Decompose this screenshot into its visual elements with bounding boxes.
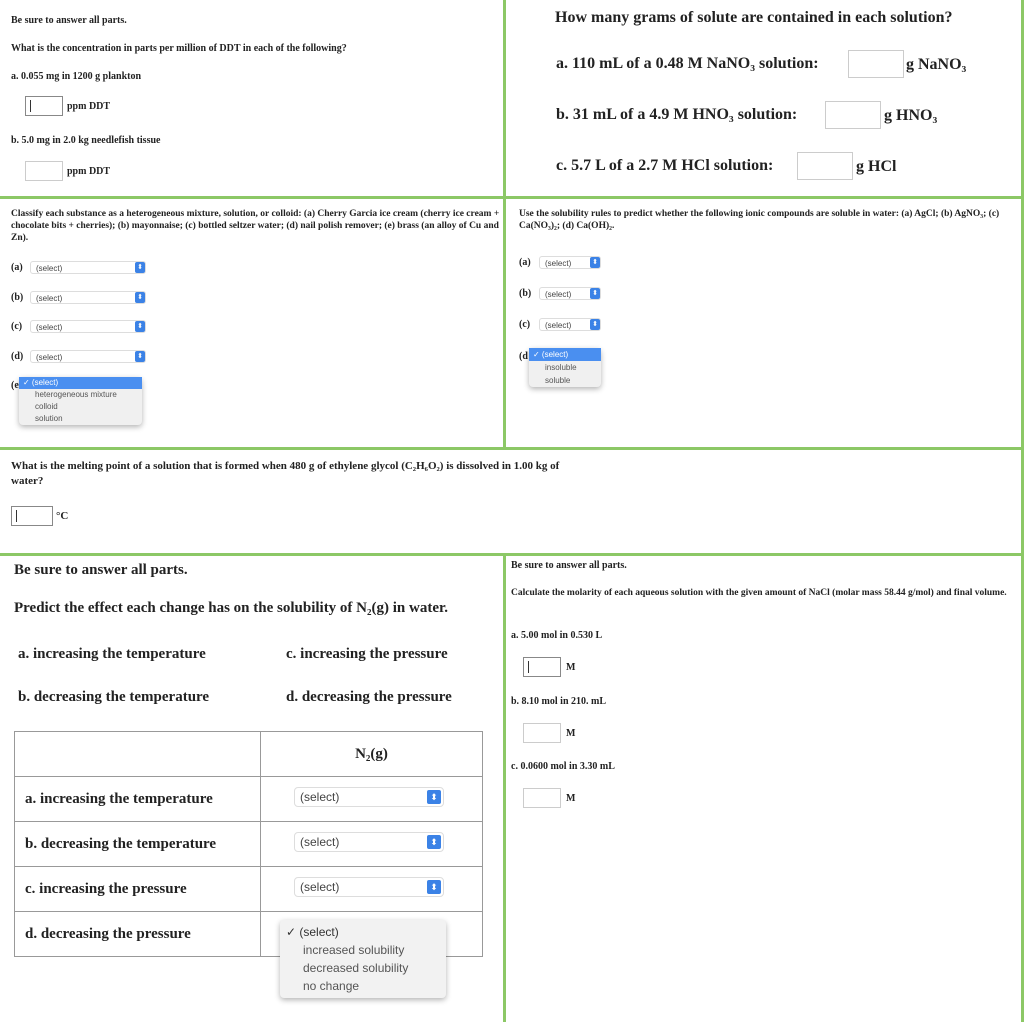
divider [0, 553, 1024, 556]
question: How many grams of solute are contained i… [555, 9, 953, 26]
question: What is the concentration in parts per m… [11, 43, 347, 54]
part-a-label: a. 110 mL of a 0.48 M NaNO₃ solution: [556, 55, 819, 72]
option[interactable]: soluble [529, 374, 601, 387]
question: Calculate the molarity of each aqueous s… [511, 588, 1007, 598]
unit: g NaNO₃ [906, 56, 967, 73]
label-a: (a) [519, 257, 531, 268]
select-a[interactable]: (select) ⬍ [30, 261, 146, 274]
option[interactable]: no change [280, 977, 446, 995]
option[interactable]: decreased solubility [280, 959, 446, 977]
option[interactable]: ✓ (select) [529, 348, 601, 361]
chevron-updown-icon: ⬍ [135, 262, 145, 273]
question: Predict the effect each change has on th… [14, 600, 449, 616]
chevron-updown-icon: ⬍ [590, 288, 600, 299]
instructions: Be sure to answer all parts. [511, 560, 627, 571]
unit: ppm DDT [67, 166, 111, 177]
part-b-input[interactable] [25, 161, 63, 181]
question: Classify each substance as a heterogeneo… [11, 209, 500, 243]
part-a-label: a. 0.055 mg in 1200 g plankton [11, 71, 142, 82]
divider [0, 447, 1024, 450]
row-label: b. decreasing the temperature [14, 821, 261, 867]
select-c[interactable]: (select) ⬍ [539, 318, 601, 331]
label-a: (a) [11, 262, 23, 273]
row-label: a. increasing the temperature [14, 776, 261, 822]
divider [0, 196, 1024, 199]
instructions: Be sure to answer all parts. [11, 15, 127, 26]
dropdown-menu-e[interactable]: ✓ (select) heterogeneous mixture colloid… [19, 377, 142, 425]
select-c[interactable]: (select) ⬍ [30, 320, 146, 333]
change-d: d. decreasing the pressure [286, 689, 452, 705]
unit: M [566, 728, 576, 739]
part-c-label: c. 5.7 L of a 2.7 M HCl solution: [556, 157, 774, 174]
part-c-label: c. 0.0600 mol in 3.30 mL [511, 761, 615, 772]
part-b-label: b. 5.0 mg in 2.0 kg needlefish tissue [11, 135, 161, 146]
instructions: Be sure to answer all parts. [14, 562, 188, 578]
change-c: c. increasing the pressure [286, 646, 448, 662]
part-a-input[interactable] [848, 50, 904, 78]
chevron-updown-icon: ⬍ [590, 257, 600, 268]
unit: ppm DDT [67, 101, 111, 112]
select-a[interactable]: (select) ⬍ [539, 256, 601, 269]
chevron-updown-icon: ⬍ [427, 835, 441, 849]
unit: M [566, 662, 576, 673]
option[interactable]: colloid [19, 401, 142, 413]
unit: °C [56, 510, 69, 522]
divider [503, 0, 506, 448]
label-b: (b) [519, 288, 532, 299]
option[interactable]: heterogeneous mixture [19, 389, 142, 401]
select-b[interactable]: (select) ⬍ [30, 291, 146, 304]
question: Use the solubility rules to predict whet… [519, 209, 1000, 231]
part-b-label: b. 8.10 mol in 210. mL [511, 696, 607, 707]
unit: g HNO₃ [884, 107, 938, 124]
column-header: N₂(g) [260, 731, 483, 777]
label-c: (c) [11, 321, 23, 332]
part-b-label: b. 31 mL of a 4.9 M HNO₃ solution: [556, 106, 798, 123]
change-b: b. decreasing the temperature [18, 689, 210, 705]
unit: M [566, 793, 576, 804]
chevron-updown-icon: ⬍ [427, 790, 441, 804]
row-label: d. decreasing the pressure [14, 911, 261, 957]
label-b: (b) [11, 292, 24, 303]
option[interactable]: insoluble [529, 361, 601, 374]
select-c[interactable]: (select) ⬍ [294, 877, 444, 897]
part-c-input[interactable] [523, 788, 561, 808]
option[interactable]: increased solubility [280, 941, 446, 959]
chevron-updown-icon: ⬍ [427, 880, 441, 894]
part-a-input[interactable] [523, 657, 561, 677]
select-b[interactable]: (select) ⬍ [539, 287, 601, 300]
change-a: a. increasing the temperature [18, 646, 206, 662]
chevron-updown-icon: ⬍ [135, 351, 145, 362]
unit: g HCl [856, 158, 897, 175]
label-e: (e [11, 380, 19, 391]
chevron-updown-icon: ⬍ [590, 319, 600, 330]
row-label: c. increasing the pressure [14, 866, 261, 912]
part-b-input[interactable] [523, 723, 561, 743]
dropdown-menu-d[interactable]: ✓ (select) increased solubility decrease… [280, 920, 446, 998]
chevron-updown-icon: ⬍ [135, 292, 145, 303]
option[interactable]: ✓ (select) [19, 377, 142, 389]
chevron-updown-icon: ⬍ [135, 321, 145, 332]
label-c: (c) [519, 319, 531, 330]
part-a-input[interactable] [25, 96, 63, 116]
dropdown-menu-d[interactable]: ✓ (select) insoluble soluble [529, 348, 601, 387]
melting-point-input[interactable] [11, 506, 53, 526]
select-b[interactable]: (select) ⬍ [294, 832, 444, 852]
option[interactable]: solution [19, 413, 142, 425]
part-b-input[interactable] [825, 101, 881, 129]
part-a-label: a. 5.00 mol in 0.530 L [511, 630, 603, 641]
select-a[interactable]: (select) ⬍ [294, 787, 444, 807]
divider [503, 555, 506, 1022]
select-d[interactable]: (select) ⬍ [30, 350, 146, 363]
option[interactable]: ✓ (select) [280, 923, 446, 941]
label-d: (d [519, 351, 528, 362]
question: What is the melting point of a solution … [11, 460, 560, 487]
label-d: (d) [11, 351, 24, 362]
part-c-input[interactable] [797, 152, 853, 180]
